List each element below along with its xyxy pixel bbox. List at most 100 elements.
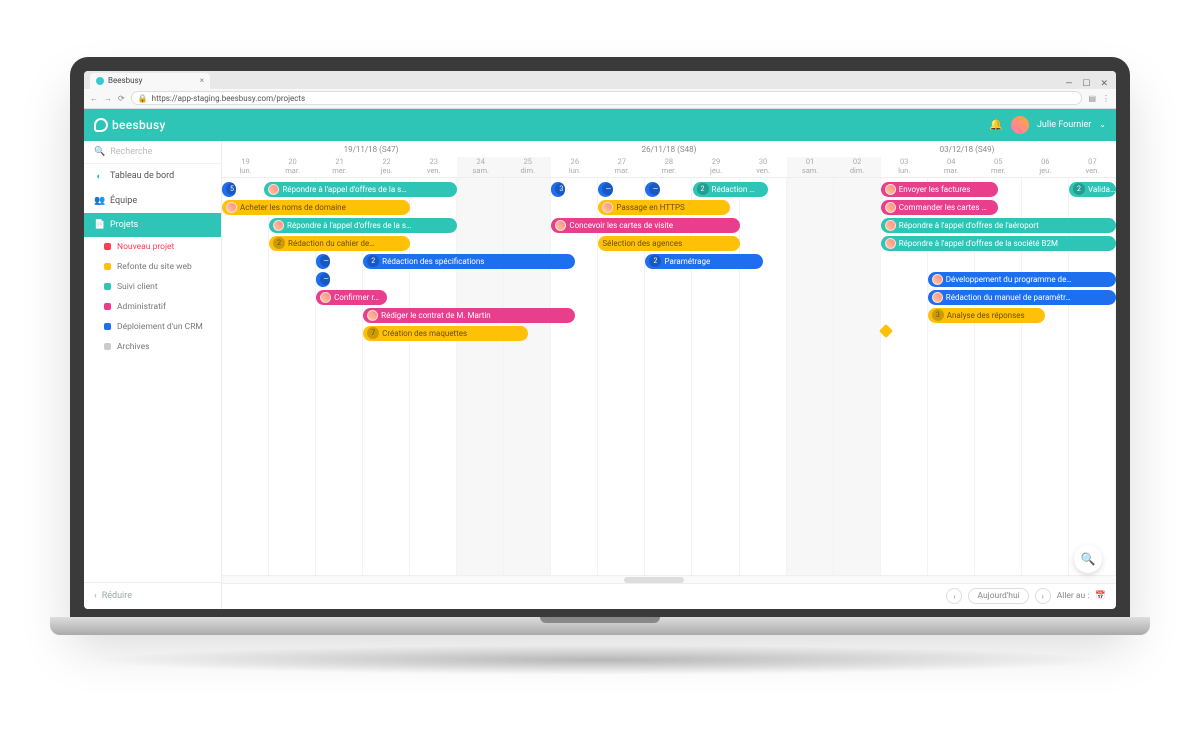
close-icon[interactable]: × (200, 76, 204, 85)
day-header: 07ven. (1069, 157, 1116, 177)
chevron-down-icon[interactable]: ⌄ (1099, 120, 1106, 129)
next-button[interactable]: › (1035, 588, 1051, 604)
today-button[interactable]: Aujourd'hui (968, 588, 1028, 604)
task-bar[interactable]: Passage en HTTPS (598, 200, 730, 215)
menu-icon[interactable]: ⋮ (1102, 94, 1110, 103)
close-window-icon[interactable]: ✕ (1100, 79, 1108, 89)
prev-button[interactable]: ‹ (946, 588, 962, 604)
maximize-icon[interactable]: ☐ (1082, 79, 1090, 89)
avatar[interactable] (1011, 116, 1029, 134)
week-label: 26/11/18 (S48) (520, 145, 818, 157)
project-label: Suivi client (117, 282, 158, 292)
day-header: 29jeu. (692, 157, 739, 177)
task-badge: — (602, 183, 612, 195)
task-bar[interactable]: Rédiger le contrat de M. Martin (363, 308, 575, 323)
task-bar[interactable]: Répondre à l'appel d'offres de l'aéropor… (881, 218, 1116, 233)
task-label: Répondre à l'appel d'offres de la s… (287, 221, 411, 230)
gantt-body[interactable]: 5 Répondre à l'appel d'offres de la s… 3 — —… (222, 178, 1116, 575)
browser-address-bar: ← → ⟳ 🔒 https://app-staging.beesbusy.com… (84, 89, 1116, 109)
sidebar-item-projets[interactable]: 📄 Projets (84, 213, 221, 237)
task-marker[interactable]: — (598, 182, 612, 197)
task-label: Commander les cartes … (899, 203, 987, 212)
collapse-sidebar-button[interactable]: ‹ Réduire (84, 582, 221, 609)
day-header: 20mar. (269, 157, 316, 177)
magnifier-icon: 🔍 (1081, 552, 1096, 566)
project-color-icon (104, 323, 111, 330)
week-label: 03/12/18 (S49) (818, 145, 1116, 157)
gantt-view: 19/11/18 (S47)26/11/18 (S48)03/12/18 (S4… (222, 141, 1116, 609)
task-bar[interactable]: 3Analyse des réponses (928, 308, 1046, 323)
bottom-toolbar: ‹ Aujourd'hui › Aller au : 📅 (222, 583, 1116, 609)
sidebar-item-label: Projets (110, 220, 138, 230)
reload-icon[interactable]: ⟳ (118, 94, 125, 103)
sidebar-project-d-ploiement-d-un-crm[interactable]: Déploiement d'un CRM (84, 317, 221, 337)
bell-icon[interactable]: 🔔 (989, 118, 1003, 131)
sidebar-item-icon: 📄 (94, 220, 104, 230)
scroll-thumb[interactable] (624, 577, 684, 583)
task-marker[interactable]: — (645, 182, 659, 197)
sidebar-project-archives[interactable]: Archives (84, 337, 221, 357)
task-bar[interactable]: Envoyer les factures (881, 182, 999, 197)
search-placeholder: Recherche (110, 147, 152, 157)
task-bar[interactable]: Commander les cartes … (881, 200, 999, 215)
zoom-button[interactable]: 🔍 (1074, 545, 1102, 573)
search-input[interactable]: 🔍 Recherche (84, 141, 221, 164)
project-label: Archives (117, 342, 150, 352)
brand-logo[interactable]: beesbusy (94, 118, 166, 132)
sidebar-project-suivi-client[interactable]: Suivi client (84, 277, 221, 297)
tab-title: Beesbusy (108, 76, 142, 85)
chevron-left-icon: ‹ (94, 591, 97, 601)
task-bar[interactable]: Répondre à l'appel d'offres de la sociét… (881, 236, 1116, 251)
task-bar[interactable]: Acheter les noms de domaine (222, 200, 410, 215)
task-bar[interactable]: Rédaction du manuel de paramétr… (928, 290, 1116, 305)
day-header: 28mer. (645, 157, 692, 177)
task-bar[interactable]: Concevoir les cartes de visite (551, 218, 739, 233)
task-marker[interactable]: 5 (222, 182, 236, 197)
task-bar[interactable]: 2Rédaction du cahier de… (269, 236, 410, 251)
goto-label: Aller au : (1057, 591, 1090, 601)
day-header: 27mar. (598, 157, 645, 177)
url-input[interactable]: 🔒 https://app-staging.beesbusy.com/proje… (131, 91, 1083, 105)
task-bar[interactable]: 2Rédaction … (693, 182, 768, 197)
day-header: 26lun. (551, 157, 598, 177)
horizontal-scrollbar[interactable] (222, 575, 1116, 583)
task-bar[interactable]: Sélection des agences (598, 236, 739, 251)
task-marker[interactable]: 3 (551, 182, 565, 197)
forward-icon[interactable]: → (104, 94, 112, 103)
project-color-icon (104, 343, 111, 350)
task-marker[interactable]: — (316, 272, 330, 287)
day-header: 23ven. (410, 157, 457, 177)
sidebar-project-administratif[interactable]: Administratif (84, 297, 221, 317)
task-bar[interactable]: 2Rédaction des spécifications (363, 254, 575, 269)
task-marker[interactable]: — (316, 254, 330, 269)
extension-icon[interactable]: ▤ (1088, 94, 1096, 103)
task-label: Création des maquettes (382, 329, 467, 338)
back-icon[interactable]: ← (90, 94, 98, 103)
assignee-avatar (932, 274, 943, 285)
timeline-header: 19/11/18 (S47)26/11/18 (S48)03/12/18 (S4… (222, 141, 1116, 178)
task-bar[interactable]: 2Paramétrage (645, 254, 763, 269)
search-icon: 🔍 (94, 147, 105, 157)
minimize-icon[interactable]: — (1065, 79, 1072, 89)
task-bar[interactable]: Répondre à l'appel d'offres de la s… (269, 218, 457, 233)
browser-tab[interactable]: Beesbusy × (90, 73, 210, 89)
task-bar[interactable]: Confirmer r… (316, 290, 387, 305)
day-header: 05mer. (975, 157, 1022, 177)
task-label: Rédiger le contrat de M. Martin (381, 311, 491, 320)
task-bar[interactable]: Développement du programme de… (928, 272, 1116, 287)
sidebar-item-tableau-de-bord[interactable]: ◐Tableau de bord (84, 164, 221, 189)
sidebar-project-refonte-du-site-web[interactable]: Refonte du site web (84, 257, 221, 277)
task-label: Sélection des agences (602, 239, 682, 248)
task-bar[interactable]: Répondre à l'appel d'offres de la s… (264, 182, 457, 197)
project-label: Nouveau projet (117, 242, 174, 252)
sidebar-item-label: Équipe (110, 196, 137, 206)
assignee-avatar (602, 202, 613, 213)
task-badge: 2 (1073, 183, 1085, 195)
task-bar[interactable]: 7Création des maquettes (363, 326, 528, 341)
assignee-avatar (885, 238, 896, 249)
sidebar-item-équipe[interactable]: 👥Équipe (84, 189, 221, 213)
calendar-icon[interactable]: 📅 (1095, 591, 1106, 601)
project-label: Déploiement d'un CRM (117, 322, 203, 332)
task-bar[interactable]: 2Valida… (1069, 182, 1116, 197)
sidebar-project-nouveau-projet[interactable]: Nouveau projet (84, 237, 221, 257)
